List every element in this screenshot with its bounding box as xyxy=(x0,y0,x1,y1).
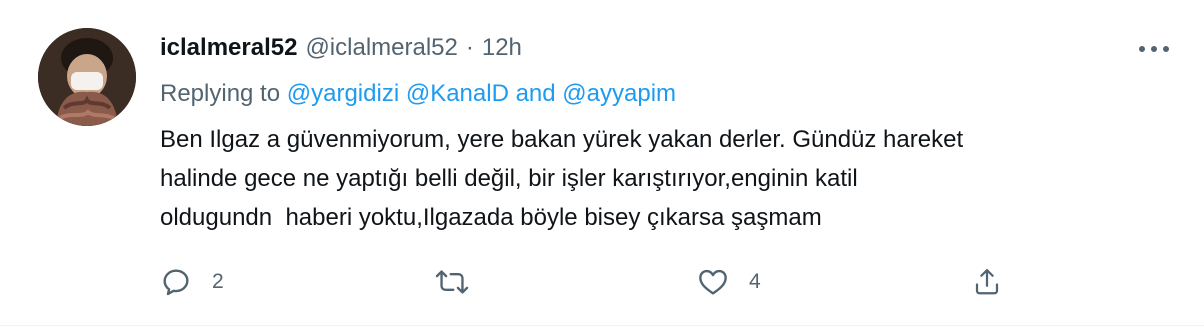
replying-to-label: Replying to xyxy=(160,80,281,107)
mention-ayyapim[interactable]: @ayyapim xyxy=(562,80,676,107)
mention-kanald[interactable]: @KanalD xyxy=(406,80,509,107)
reply-button[interactable]: 2 xyxy=(160,262,224,302)
tweet-text-line: halinde gece ne yaptığı belli değil, bir… xyxy=(160,165,858,192)
timestamp[interactable]: 12h xyxy=(482,34,522,62)
more-icon xyxy=(1139,46,1169,52)
action-bar: 2 4 xyxy=(160,262,1020,302)
mention-conjunction[interactable]: and xyxy=(516,80,556,107)
like-count: 4 xyxy=(749,270,761,293)
tweet-text-line: oldugundn haberi yoktu,Ilgazada böyle bi… xyxy=(160,204,822,231)
avatar-photo xyxy=(38,28,136,126)
heart-icon xyxy=(699,269,727,295)
more-options-button[interactable] xyxy=(1134,34,1174,64)
share-button[interactable] xyxy=(972,262,1002,302)
retweet-button[interactable] xyxy=(435,262,489,302)
reply-icon xyxy=(163,269,189,296)
replying-to-line: Replying to @yargidizi @KanalD and @ayya… xyxy=(160,80,676,108)
tweet-header: iclalmeral52 @iclalmeral52 · 12h xyxy=(160,34,522,64)
tweet-text: Ben Ilgaz a güvenmiyorum, yere bakan yür… xyxy=(160,120,1160,237)
tweet[interactable]: iclalmeral52 @iclalmeral52 · 12h Replyin… xyxy=(0,0,1204,326)
user-handle[interactable]: @iclalmeral52 xyxy=(305,34,457,62)
reply-count: 2 xyxy=(212,270,224,293)
display-name[interactable]: iclalmeral52 xyxy=(160,34,297,62)
avatar[interactable] xyxy=(38,28,136,126)
share-icon xyxy=(975,269,999,295)
tweet-text-line: Ben Ilgaz a güvenmiyorum, yere bakan yür… xyxy=(160,126,964,153)
mention-yargidizi[interactable]: @yargidizi xyxy=(287,80,399,107)
separator-dot: · xyxy=(465,34,474,61)
retweet-icon xyxy=(435,270,469,294)
like-button[interactable]: 4 xyxy=(697,262,761,302)
